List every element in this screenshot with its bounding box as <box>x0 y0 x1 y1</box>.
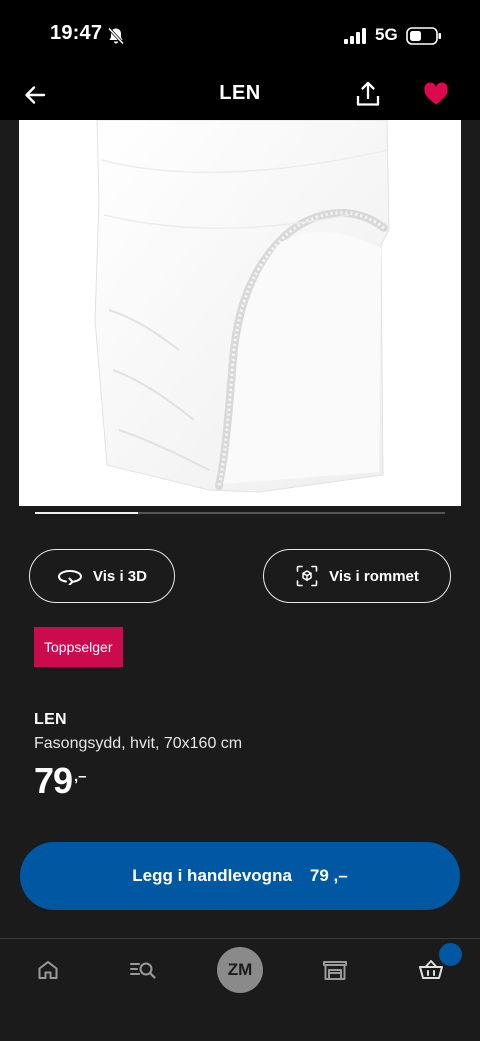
search-list-icon <box>130 962 156 979</box>
ar-cube-icon <box>296 565 318 587</box>
heart-icon <box>424 82 448 105</box>
product-image[interactable] <box>19 120 461 506</box>
product-price-suffix: ,– <box>74 768 87 785</box>
cart-icon <box>419 960 443 979</box>
product-name: LEN <box>34 711 67 728</box>
rotate-3d-icon <box>58 569 83 585</box>
carousel-progress <box>35 512 138 514</box>
tab-search[interactable] <box>121 948 165 992</box>
nav-bar: LEN <box>0 72 480 120</box>
view-3d-label: Vis i 3D <box>93 567 147 585</box>
tab-store[interactable] <box>313 948 357 992</box>
favorite-button[interactable] <box>420 78 452 110</box>
network-label: 5G <box>375 25 398 44</box>
page-title: LEN <box>219 82 261 104</box>
add-to-cart-label: Legg i handlevogna <box>132 866 292 885</box>
share-button[interactable] <box>352 78 384 110</box>
add-to-cart-price: 79 ,– <box>309 866 348 885</box>
home-icon <box>38 961 58 979</box>
store-icon <box>323 961 347 980</box>
bell-slash-icon <box>107 27 125 45</box>
product-price: 79 <box>34 760 73 801</box>
status-bar: 19:47 5G <box>0 0 480 72</box>
product-description: Fasongsydd, hvit, 70x160 cm <box>34 735 243 752</box>
view-in-room-button[interactable]: Vis i rommet <box>263 549 451 603</box>
view-3d-button[interactable]: Vis i 3D <box>29 549 175 603</box>
cart-notification-dot <box>439 943 462 966</box>
battery-icon <box>406 27 441 45</box>
carousel-indicator <box>35 512 445 514</box>
add-to-cart-button[interactable]: Legg i handlevogna 79 ,– <box>20 842 460 910</box>
view-in-room-label: Vis i rommet <box>329 567 419 585</box>
signal-icon <box>344 28 366 44</box>
fitted-sheet-image <box>94 120 390 493</box>
status-time: 19:47 <box>50 22 103 44</box>
share-icon <box>356 81 380 106</box>
tab-home[interactable] <box>26 948 70 992</box>
tab-profile-avatar[interactable]: ZM <box>217 947 263 993</box>
bestseller-badge: Toppselger <box>34 627 123 667</box>
tab-bar-divider <box>0 938 480 939</box>
